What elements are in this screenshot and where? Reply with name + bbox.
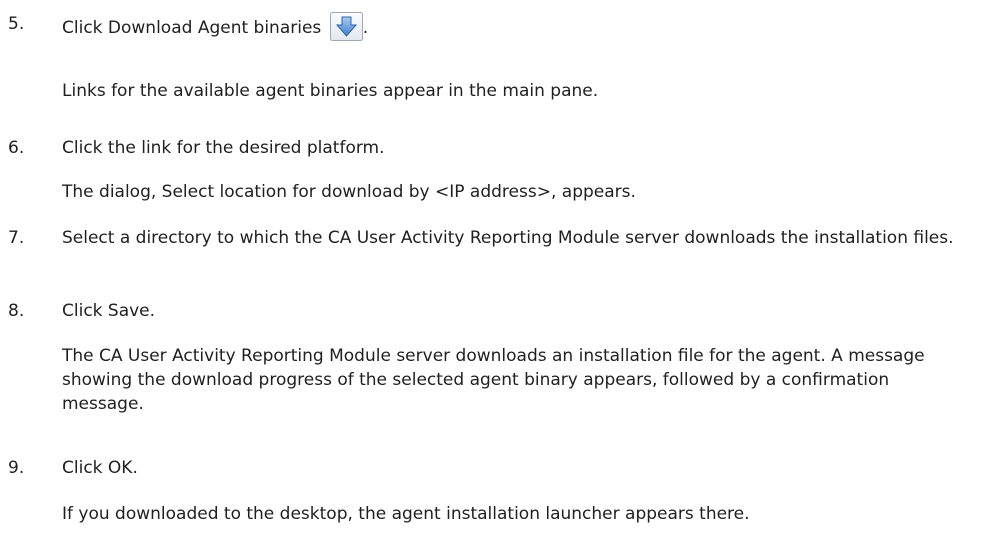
step-number: 6. <box>8 138 25 158</box>
step-instruction: Click Download Agent binaries . <box>62 12 967 41</box>
step-result: The dialog, Select location for download… <box>62 182 636 202</box>
step-result: The CA User Activity Reporting Module se… <box>62 346 925 414</box>
step-number: 7. <box>8 228 25 248</box>
document-page: 5. Click Download Agent binaries . Links… <box>0 0 982 543</box>
step-instruction: Select a directory to which the CA User … <box>62 228 954 248</box>
step-instruction-text: Click Download Agent binaries <box>62 18 322 38</box>
step-number: 9. <box>8 458 25 478</box>
step-instruction-suffix: . <box>362 18 369 38</box>
download-arrow-icon <box>329 12 363 41</box>
step-instruction: Click OK. <box>62 458 138 478</box>
step-result: Links for the available agent binaries a… <box>62 81 599 101</box>
step-number: 5. <box>8 14 25 34</box>
step-instruction: Click Save. <box>62 301 156 321</box>
step-result: If you downloaded to the desktop, the ag… <box>62 504 750 524</box>
step-instruction: Click the link for the desired platform. <box>62 138 385 158</box>
step-number: 8. <box>8 301 25 321</box>
